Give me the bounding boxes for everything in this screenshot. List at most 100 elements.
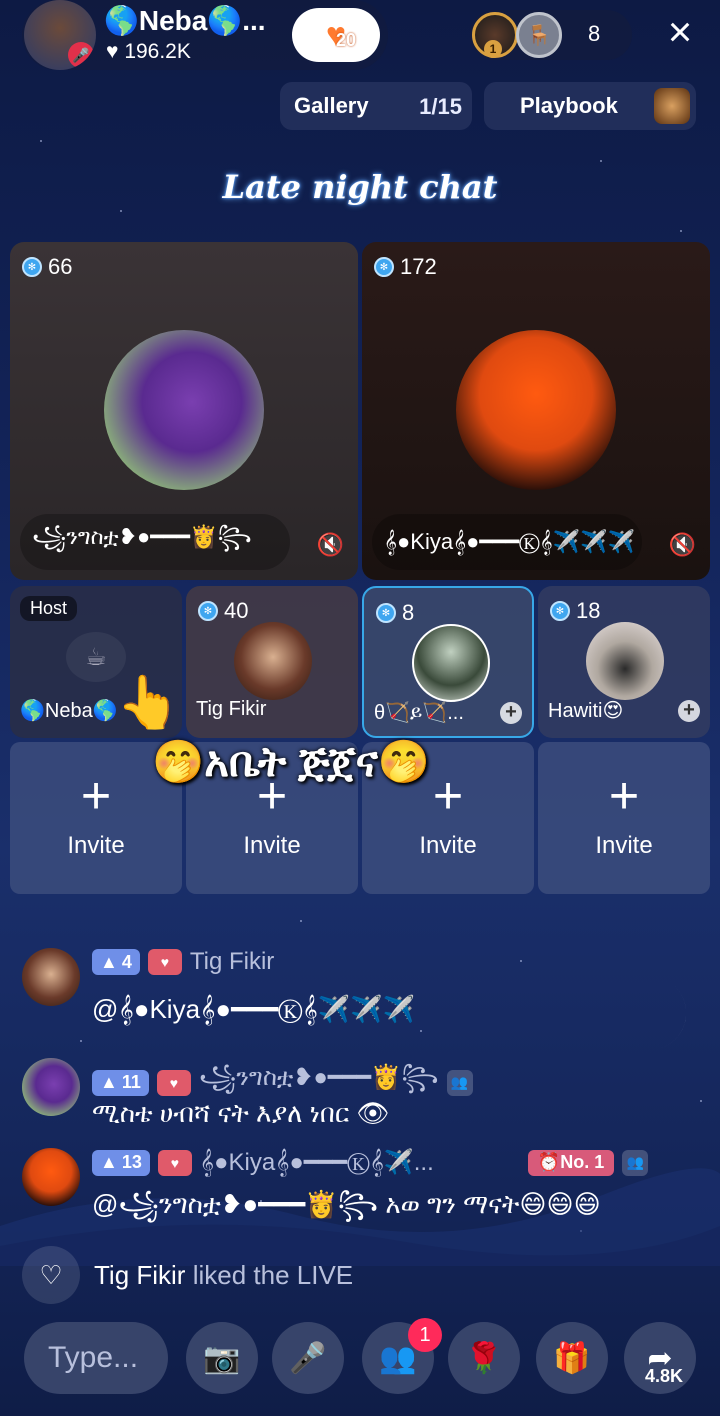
seat-score: ✻ 18 [550,598,600,624]
chat-header: ▲ 4 ♥ Tig Fikir [92,948,274,976]
level-value: 13 [121,1152,142,1172]
viewers-button[interactable]: 1 🪑 8 [470,10,632,60]
chat-avatar[interactable] [22,948,80,1006]
chat-username[interactable]: 𝄞●Kiya𝄞●━━━Ⓚ𝄞✈️... [200,1148,520,1177]
level-icon: ▲ [100,951,118,972]
host-name: 🌎Neba🌎... [104,5,266,36]
mic-muted-icon: 🎤 [68,42,94,68]
seat-score-value: 18 [576,598,601,623]
viewer-count: 8 [588,21,601,46]
playbook-label: Playbook [520,93,618,118]
guest-seat-4[interactable]: ✻ 8 θ🏹ይ🏹... + [362,586,534,738]
chat-avatar[interactable] [22,1058,80,1116]
plus-icon: + [608,767,640,825]
seat-score: ✻ 40 [198,598,248,624]
invite-label: Invite [595,832,653,859]
share-count: 4.8K [644,1366,684,1386]
gallery-count: 1/15 [419,94,462,119]
guest-name: Tig Fikir [196,698,267,720]
level-value: 4 [121,951,132,972]
invite-label: Invite [243,832,301,859]
room-title: Late night chat [222,168,498,206]
like-event: ♡ Tig Fikir liked the LIVE [22,1246,353,1304]
group-member-icon: 👥 [622,1149,649,1176]
heart-icon: ♥ [106,40,125,63]
like-event-text: Tig Fikir liked the LIVE [94,1260,353,1291]
heart-outline-icon[interactable]: ♡ [22,1246,80,1304]
close-icon[interactable]: × [660,11,700,54]
level-icon: ▲ [100,1152,118,1172]
host-avatar[interactable]: 🎤 [24,0,96,70]
level-icon: ▲ [100,1072,118,1092]
notification-badge: 1 [408,1318,442,1352]
seat-score-value: 8 [402,600,415,625]
follow-plus-icon[interactable]: + [678,700,700,722]
invite-label: Invite [67,832,125,859]
fan-heart-icon: ♥ [156,1069,191,1096]
playbook-thumbnail-icon [654,88,690,124]
clock-icon: ⏰ [537,1152,561,1172]
rank-badge: ⏰ No. 1 [527,1149,615,1176]
rank-value: No. 1 [560,1152,605,1172]
seat-score-value: 172 [400,254,437,279]
invite-label: Invite [419,832,477,859]
gallery-label: Gallery [294,93,369,118]
diamond-icon: ✻ [550,601,570,621]
guest-seat-1[interactable]: ✻ 66 ꧁ንግስቷ❥●━━━👸꧂ 🔇 [10,242,358,580]
guest-avatar[interactable] [234,622,312,700]
host-label: Host [20,596,78,621]
gallery-button[interactable]: Gallery 1/15 [280,82,472,130]
rose-gift-icon[interactable]: 🌹 [448,1322,520,1394]
mic-off-icon: 🔇 [316,532,344,557]
guest-name: ꧁ንግስቷ❥●━━━👸꧂ [20,514,290,570]
fan-heart-icon: ♥ [157,1149,192,1176]
mic-off-button-icon[interactable]: 🎤 [272,1322,344,1394]
comment-input[interactable]: Type... [24,1322,168,1394]
guest-avatar[interactable] [104,330,264,490]
pointing-hand-icon: 👆 [116,674,181,732]
level-badge: ▲ 11 [92,1069,149,1096]
mic-off-icon: 🔇 [668,532,696,557]
guest-seat-3[interactable]: ✻ 40 Tig Fikir [186,586,358,738]
invite-slot-4[interactable]: + Invite [538,742,710,894]
like-event-message: liked the LIVE [185,1259,354,1290]
chat-header: ▲ 13 ♥ 𝄞●Kiya𝄞●━━━Ⓚ𝄞✈️... ⏰ No. 1 👥 [92,1148,649,1177]
follow-button[interactable]: ♥ 20 [292,8,380,62]
guest-avatar[interactable] [456,330,616,490]
gift-icon[interactable]: 🎁 [536,1322,608,1394]
level-badge: ▲ 4 [92,949,140,975]
diamond-icon: ✻ [374,257,394,277]
chat-username[interactable]: Tig Fikir [190,948,274,976]
chat-message: ▲ 13 ♥ 𝄞●Kiya𝄞●━━━Ⓚ𝄞✈️... ⏰ No. 1 👥 @꧁ንግስ… [22,1148,702,1219]
level-value: 11 [121,1072,141,1092]
seat-score: ✻ 8 [376,600,414,626]
guest-seat-5[interactable]: ✻ 18 Hawiti😍 + [538,586,710,738]
like-event-user[interactable]: Tig Fikir [94,1260,185,1290]
guest-seat-2[interactable]: ✻ 172 𝄞●Kiya𝄞●━━━Ⓚ𝄞✈️✈️✈️ 🔇 [362,242,710,580]
chat-avatar[interactable] [22,1148,80,1206]
group-member-icon: 👥 [446,1069,473,1096]
follow-badge-count: 20 [336,30,357,50]
diamond-icon: ✻ [198,601,218,621]
guest-name: Hawiti😍 [548,700,624,722]
fan-heart-icon: ♥ [147,949,182,975]
guest-name: 𝄞●Kiya𝄞●━━━Ⓚ𝄞✈️✈️✈️ [372,514,642,570]
likes-count: 196.2K [124,40,191,63]
seat-icon: 🪑 [516,12,562,58]
bottom-bar: Type... 📷 🎤 👥 1 🌹 🎁 ➦ 4.8K [0,1318,720,1400]
seat-score-value: 66 [48,254,73,279]
seat-score: ✻ 172 [374,254,437,280]
playbook-button[interactable]: Playbook [484,82,696,130]
guest-avatar[interactable] [586,622,664,700]
chat-text: @𝄞●Kiya𝄞●━━━Ⓚ𝄞✈️✈️✈️ [92,994,415,1024]
follow-plus-icon[interactable]: + [500,702,522,724]
diamond-icon: ✻ [22,257,42,277]
host-likes: ♥ 196.2K [106,40,191,64]
guest-avatar[interactable] [412,624,490,702]
overlay-sticker-text: 🤭አቤት ጅጀና🤭 [152,738,431,785]
camera-off-icon[interactable]: 📷 [186,1322,258,1394]
chat-text: ሚስቴ ሀብሻ ናት እያለ ነበር 👁 [92,1098,390,1128]
level-badge: ▲ 13 [92,1149,150,1176]
chat-message: ▲ 4 ♥ Tig Fikir @𝄞●Kiya𝄞●━━━Ⓚ𝄞✈️✈️✈️ [22,948,702,1024]
diamond-icon: ✻ [376,603,396,623]
